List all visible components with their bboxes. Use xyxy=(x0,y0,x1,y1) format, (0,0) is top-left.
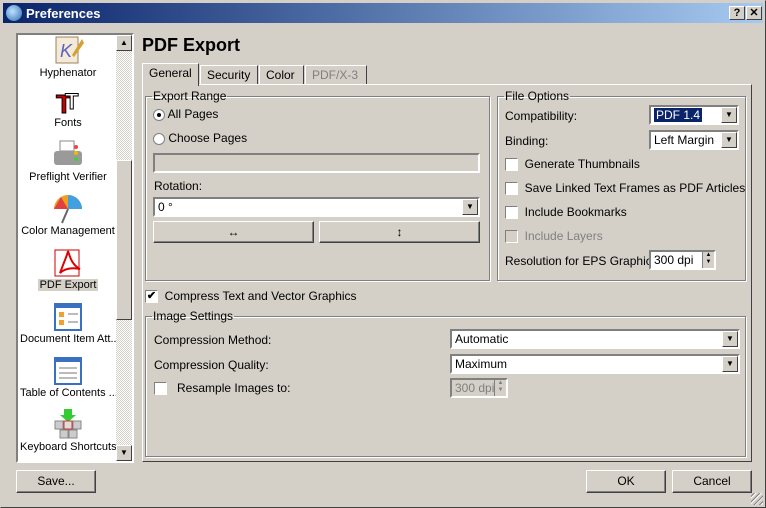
save-button[interactable]: Save... xyxy=(16,470,96,493)
preferences-window: Preferences ? ✕ K Hyphenator TT Fonts Pr… xyxy=(0,0,766,508)
checkbox-icon xyxy=(505,158,518,172)
svg-text:T: T xyxy=(65,89,79,114)
resize-grip[interactable] xyxy=(751,493,763,505)
checkbox-icon xyxy=(154,382,167,396)
chevron-down-icon[interactable]: ▼ xyxy=(722,331,738,347)
radio-icon xyxy=(153,132,165,145)
checkbox-icon xyxy=(505,230,518,244)
compression-method-select[interactable]: Automatic ▼ xyxy=(450,329,740,349)
compatibility-value: PDF 1.4 xyxy=(652,107,704,123)
cancel-button[interactable]: Cancel xyxy=(672,470,752,493)
sidebar-item-table-of-contents[interactable]: Table of Contents ... xyxy=(18,355,118,399)
sidebar-item-color-management[interactable]: Color Management xyxy=(18,193,118,237)
keyboard-icon xyxy=(52,409,84,441)
sidebar-scrollbar[interactable]: ▲ ▼ xyxy=(116,35,132,461)
umbrella-icon xyxy=(52,193,84,225)
rotation-value: 0 ° xyxy=(158,200,173,214)
choose-pages-radio[interactable]: Choose Pages xyxy=(153,131,247,145)
flip-vertical-icon: ↕ xyxy=(396,225,403,239)
include-bookmarks-checkbox[interactable]: Include Bookmarks xyxy=(505,205,627,220)
compress-checkbox[interactable]: ✔ Compress Text and Vector Graphics xyxy=(145,289,357,304)
binding-select[interactable]: Left Margin ▼ xyxy=(649,130,739,150)
radio-selected-icon xyxy=(153,108,165,121)
rotation-label: Rotation: xyxy=(154,179,203,193)
flip-vertical-button[interactable]: ↕ xyxy=(319,221,480,243)
scroll-up-button[interactable]: ▲ xyxy=(116,35,132,51)
hyphenator-icon: K xyxy=(52,35,84,67)
checkbox-icon xyxy=(505,182,518,196)
compression-quality-value: Maximum xyxy=(455,357,508,371)
rotation-select[interactable]: 0 ° ▼ xyxy=(153,197,480,217)
save-linked-frames-checkbox[interactable]: Save Linked Text Frames as PDF Articles xyxy=(505,181,746,196)
compression-quality-label: Compression Quality: xyxy=(154,358,269,372)
printer-icon xyxy=(52,139,84,171)
general-tab-panel: Export Range All Pages Choose Pages Rota… xyxy=(142,84,752,462)
sidebar-item-keyboard-shortcuts[interactable]: Keyboard Shortcuts xyxy=(18,409,118,453)
scroll-thumb[interactable] xyxy=(116,160,132,320)
resample-spinbox: 300 dpi ▲ ▼ xyxy=(450,378,508,398)
all-pages-label: All Pages xyxy=(167,107,219,121)
app-icon xyxy=(6,5,22,21)
help-button[interactable]: ? xyxy=(729,6,745,20)
include-layers-checkbox: Include Layers xyxy=(505,229,603,244)
checkbox-icon xyxy=(505,206,518,220)
sidebar-item-document-item-attributes[interactable]: Document Item Att... xyxy=(18,301,120,345)
page-title: PDF Export xyxy=(142,35,241,55)
chevron-down-icon[interactable]: ▼ xyxy=(721,107,737,123)
compression-method-value: Automatic xyxy=(455,332,509,346)
tab-color[interactable]: Color xyxy=(259,65,304,85)
svg-text:K: K xyxy=(60,41,73,61)
pdf-icon xyxy=(52,247,84,279)
compatibility-select[interactable]: PDF 1.4 ▼ xyxy=(649,105,739,125)
resolution-label: Resolution for EPS Graphics: xyxy=(505,254,662,268)
document-item-icon xyxy=(52,301,84,333)
image-settings-legend: Image Settings xyxy=(153,309,234,323)
tab-general[interactable]: General xyxy=(142,63,199,86)
chevron-down-icon[interactable]: ▼ xyxy=(722,356,738,372)
checkmark-icon: ✔ xyxy=(145,290,158,304)
category-list[interactable]: K Hyphenator TT Fonts Preflight Verifier… xyxy=(16,33,134,463)
chevron-down-icon[interactable]: ▼ xyxy=(721,132,737,148)
scroll-down-button[interactable]: ▼ xyxy=(116,445,132,461)
spin-arrows-icon: ▲ ▼ xyxy=(494,380,506,396)
flip-horizontal-icon: ↔ xyxy=(227,225,240,239)
binding-value: Left Margin xyxy=(654,133,715,147)
pages-input[interactable] xyxy=(153,153,480,173)
window-title: Preferences xyxy=(26,5,101,21)
close-button[interactable]: ✕ xyxy=(746,6,762,20)
export-range-legend: Export Range xyxy=(153,89,227,103)
resolution-value: 300 dpi xyxy=(654,253,694,267)
resample-checkbox[interactable]: Resample Images to: xyxy=(154,381,291,396)
generate-thumbnails-checkbox[interactable]: Generate Thumbnails xyxy=(505,157,640,172)
resample-value: 300 dpi xyxy=(455,381,495,395)
ok-button[interactable]: OK xyxy=(586,470,666,493)
tab-pdfx3: PDF/X-3 xyxy=(305,65,367,85)
flip-horizontal-button[interactable]: ↔ xyxy=(153,221,314,243)
compatibility-label: Compatibility: xyxy=(505,109,578,123)
sidebar-item-preflight[interactable]: Preflight Verifier xyxy=(18,139,118,183)
include-bookmarks-label: Include Bookmarks xyxy=(524,205,627,219)
file-options-legend: File Options xyxy=(505,89,570,103)
sidebar-item-pdf-export[interactable]: PDF Export xyxy=(18,247,118,291)
title-bar: Preferences ? ✕ xyxy=(3,3,763,23)
resample-label: Resample Images to: xyxy=(177,381,291,395)
choose-pages-label: Choose Pages xyxy=(168,131,248,145)
tab-security[interactable]: Security xyxy=(200,65,258,85)
include-layers-label: Include Layers xyxy=(524,229,603,243)
compression-method-label: Compression Method: xyxy=(154,333,272,347)
binding-label: Binding: xyxy=(505,134,549,148)
table-of-contents-icon xyxy=(52,355,84,387)
compression-quality-select[interactable]: Maximum ▼ xyxy=(450,354,740,374)
save-linked-frames-label: Save Linked Text Frames as PDF Articles xyxy=(524,181,746,195)
resolution-spinbox[interactable]: 300 dpi ▲ ▼ xyxy=(649,250,716,270)
all-pages-radio[interactable]: All Pages xyxy=(153,107,218,121)
spin-arrows-icon[interactable]: ▲ ▼ xyxy=(702,252,714,268)
compress-label: Compress Text and Vector Graphics xyxy=(164,289,357,303)
fonts-icon: TT xyxy=(52,85,84,120)
generate-thumbnails-label: Generate Thumbnails xyxy=(524,157,640,171)
chevron-down-icon[interactable]: ▼ xyxy=(462,199,478,215)
sidebar-item-hyphenator[interactable]: K Hyphenator xyxy=(18,35,118,79)
sidebar-item-fonts[interactable]: TT Fonts xyxy=(18,85,118,130)
